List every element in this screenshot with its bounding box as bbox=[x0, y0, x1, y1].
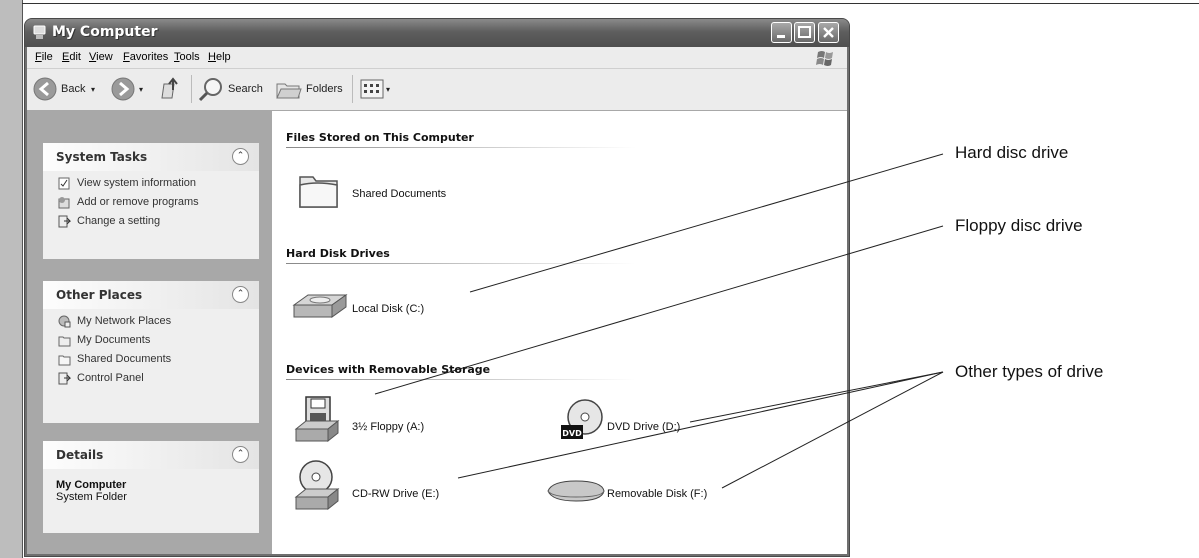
details-type: System Folder bbox=[56, 491, 127, 503]
item-label-cd-rw-drive-e[interactable]: CD-RW Drive (E:) bbox=[352, 488, 439, 500]
cd-rw-drive-icon[interactable] bbox=[292, 459, 342, 513]
place-control-panel[interactable]: Control Panel bbox=[43, 370, 259, 389]
network-icon bbox=[58, 315, 71, 328]
menu-help[interactable]: Help bbox=[208, 51, 231, 63]
other-places-panel: Other Places ⌃ My Network Places My Docu… bbox=[43, 281, 259, 423]
callout-hard-disc-drive: Hard disc drive bbox=[955, 143, 1069, 162]
hard-disk-drive-icon[interactable] bbox=[290, 291, 350, 323]
removable-disk-icon[interactable] bbox=[544, 477, 608, 507]
item-label-floppy-a[interactable]: 3½ Floppy (A:) bbox=[352, 421, 424, 433]
menu-view[interactable]: View bbox=[89, 51, 113, 63]
panel-header[interactable]: Details ⌃ bbox=[43, 441, 259, 469]
up-folder-icon[interactable] bbox=[159, 76, 183, 102]
task-pane: System Tasks ⌃ View system information A… bbox=[27, 111, 272, 554]
collapse-chevron-icon[interactable]: ⌃ bbox=[232, 286, 249, 303]
item-label-dvd-drive-d[interactable]: DVD Drive (D:) bbox=[607, 421, 680, 433]
title-bar[interactable]: My Computer bbox=[25, 19, 849, 47]
task-view-system-info[interactable]: View system information bbox=[43, 175, 259, 194]
views-dropdown-icon[interactable]: ▾ bbox=[386, 85, 390, 94]
collapse-chevron-icon[interactable]: ⌃ bbox=[232, 446, 249, 463]
maximize-icon bbox=[798, 26, 811, 38]
window-title: My Computer bbox=[52, 24, 158, 40]
item-label-removable-disk-f[interactable]: Removable Disk (F:) bbox=[607, 488, 707, 500]
details-name: My Computer bbox=[56, 479, 127, 491]
back-dropdown-icon[interactable]: ▾ bbox=[91, 85, 95, 94]
panel-header[interactable]: Other Places ⌃ bbox=[43, 281, 259, 309]
system-info-icon bbox=[58, 177, 70, 190]
content-area: Files Stored on This Computer Shared Doc… bbox=[272, 111, 847, 554]
toolbar: Back ▾ ▾ Search Folders ▾ bbox=[27, 69, 847, 111]
minimize-icon bbox=[777, 35, 785, 38]
folders-icon[interactable] bbox=[275, 78, 303, 100]
group-header-files: Files Stored on This Computer bbox=[286, 131, 474, 144]
callout-floppy-disc-drive: Floppy disc drive bbox=[955, 216, 1083, 235]
forward-dropdown-icon[interactable]: ▾ bbox=[139, 85, 143, 94]
group-header-hard-disk: Hard Disk Drives bbox=[286, 247, 390, 260]
folder-icon bbox=[58, 336, 71, 347]
collapse-chevron-icon[interactable]: ⌃ bbox=[232, 148, 249, 165]
group-divider bbox=[286, 147, 636, 148]
shared-documents-folder-icon[interactable] bbox=[297, 169, 341, 211]
group-header-removable: Devices with Removable Storage bbox=[286, 363, 491, 376]
control-panel-icon bbox=[58, 215, 71, 228]
views-icon[interactable] bbox=[360, 79, 384, 99]
menu-file[interactable]: File bbox=[35, 51, 53, 63]
group-divider bbox=[286, 379, 636, 380]
toolbar-separator bbox=[352, 75, 353, 103]
panel-title: Other Places bbox=[56, 288, 143, 302]
forward-arrow-icon[interactable] bbox=[111, 77, 135, 101]
close-icon bbox=[823, 27, 834, 38]
system-tasks-panel: System Tasks ⌃ View system information A… bbox=[43, 143, 259, 259]
toolbar-separator bbox=[191, 75, 192, 103]
computer-icon bbox=[33, 25, 46, 39]
floppy-drive-icon[interactable] bbox=[292, 395, 340, 447]
place-my-documents[interactable]: My Documents bbox=[43, 332, 259, 351]
my-computer-window: My Computer File Edit View Favorites Too… bbox=[24, 18, 850, 557]
menu-bar: File Edit View Favorites Tools Help bbox=[27, 47, 847, 69]
search-icon[interactable] bbox=[197, 76, 225, 102]
panel-title: Details bbox=[56, 448, 104, 462]
menu-favorites[interactable]: Favorites bbox=[123, 51, 168, 63]
folder-icon bbox=[58, 355, 71, 366]
place-shared-documents[interactable]: Shared Documents bbox=[43, 351, 259, 370]
back-button[interactable]: Back bbox=[61, 83, 85, 95]
dvd-drive-icon[interactable]: DVD bbox=[557, 397, 607, 445]
back-arrow-icon[interactable] bbox=[33, 77, 57, 101]
windows-logo-icon bbox=[816, 51, 833, 66]
control-panel-icon bbox=[58, 372, 71, 385]
task-change-setting[interactable]: Change a setting bbox=[43, 213, 259, 232]
callout-other-drive-types: Other types of drive bbox=[955, 362, 1104, 381]
panel-title: System Tasks bbox=[56, 150, 148, 164]
minimize-button[interactable] bbox=[771, 22, 792, 43]
dvd-badge-text: DVD bbox=[562, 429, 582, 438]
menu-edit[interactable]: Edit bbox=[62, 51, 81, 63]
item-label-shared-documents[interactable]: Shared Documents bbox=[352, 188, 446, 200]
close-button[interactable] bbox=[818, 22, 839, 43]
place-my-network-places[interactable]: My Network Places bbox=[43, 313, 259, 332]
group-divider bbox=[286, 263, 636, 264]
task-add-remove-programs[interactable]: Add or remove programs bbox=[43, 194, 259, 213]
panel-header[interactable]: System Tasks ⌃ bbox=[43, 143, 259, 171]
maximize-button[interactable] bbox=[794, 22, 815, 43]
page-top-rule bbox=[22, 0, 1199, 4]
item-label-local-disk-c[interactable]: Local Disk (C:) bbox=[352, 303, 424, 315]
page-margin-strip bbox=[0, 0, 23, 558]
folders-button[interactable]: Folders bbox=[306, 83, 343, 95]
menu-tools[interactable]: Tools bbox=[174, 51, 200, 63]
search-button[interactable]: Search bbox=[228, 83, 263, 95]
add-remove-icon bbox=[58, 197, 70, 209]
details-panel: Details ⌃ My Computer System Folder bbox=[43, 441, 259, 533]
